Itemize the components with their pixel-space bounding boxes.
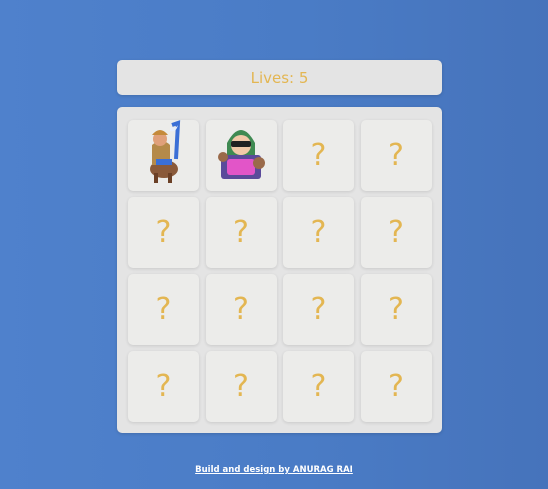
card-hidden[interactable]: ? (283, 120, 354, 191)
question-mark-icon: ? (233, 369, 249, 404)
card-hidden[interactable]: ? (360, 197, 432, 268)
card-hidden[interactable]: ? (360, 120, 432, 191)
question-mark-icon: ? (155, 369, 172, 404)
question-mark-icon: ? (233, 292, 249, 327)
card-hidden[interactable]: ? (360, 351, 432, 422)
question-mark-icon: ? (388, 369, 404, 404)
question-mark-icon: ? (388, 292, 404, 327)
card-revealed[interactable] (205, 119, 277, 193)
bandit-chest-icon (211, 119, 271, 193)
question-mark-icon: ? (155, 215, 172, 250)
card-hidden[interactable]: ? (283, 274, 354, 345)
card-hidden[interactable]: ? (283, 197, 354, 268)
lives-counter: Lives: 5 (117, 60, 442, 95)
card-hidden[interactable]: ? (128, 351, 199, 422)
card-hidden[interactable]: ? (205, 351, 277, 422)
card-hidden[interactable]: ? (283, 351, 354, 422)
card-hidden[interactable]: ? (128, 274, 199, 345)
footer: Build and design by ANURAG RAI (0, 457, 548, 476)
card-grid: ?????????????? (128, 119, 432, 422)
card-hidden[interactable]: ? (205, 197, 277, 268)
lives-label: Lives: 5 (250, 68, 309, 87)
question-mark-icon: ? (388, 215, 404, 250)
question-mark-icon: ? (310, 292, 327, 327)
question-mark-icon: ? (388, 138, 404, 173)
question-mark-icon: ? (155, 292, 172, 327)
card-revealed[interactable] (128, 119, 199, 193)
card-hidden[interactable]: ? (128, 197, 199, 268)
question-mark-icon: ? (310, 215, 327, 250)
credit-link[interactable]: Build and design by ANURAG RAI (195, 465, 353, 475)
knight-rider-icon (134, 119, 194, 193)
question-mark-icon: ? (233, 215, 249, 250)
question-mark-icon: ? (310, 369, 327, 404)
game-board: ?????????????? (117, 107, 442, 433)
question-mark-icon: ? (310, 138, 327, 173)
card-hidden[interactable]: ? (205, 274, 277, 345)
card-hidden[interactable]: ? (360, 274, 432, 345)
